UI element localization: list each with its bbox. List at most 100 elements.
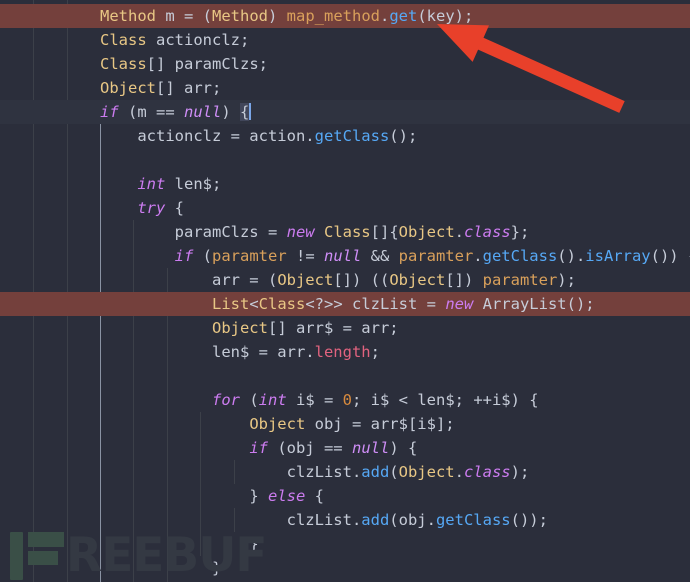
code-token: paramClzs =	[174, 223, 287, 241]
code-token: }	[211, 559, 222, 577]
code-token: else	[267, 487, 306, 505]
code-token: Object	[277, 271, 334, 289]
code-line[interactable]: }	[0, 556, 690, 580]
code-token: &&	[361, 247, 399, 265]
code-token: Method	[100, 7, 156, 25]
code-token: length	[314, 343, 371, 361]
code-token: .	[454, 463, 464, 481]
code-token: {	[305, 487, 324, 505]
code-token: try	[137, 199, 166, 217]
code-token: ) {	[389, 439, 418, 457]
code-token: );	[510, 463, 530, 481]
code-token: [] paramClzs;	[146, 55, 268, 73]
code-token: int	[258, 391, 287, 409]
code-editor[interactable]: Method m = (Method) map_method.get(key);…	[0, 0, 690, 582]
code-token: Object	[100, 79, 156, 97]
code-token: getClass	[435, 511, 511, 529]
code-token: ;	[370, 343, 380, 361]
code-line[interactable]: paramClzs = new Class[]{Object.class};	[0, 220, 690, 244]
code-line[interactable]: actionclz = action.getClass();	[0, 124, 690, 148]
code-token: ()) {	[650, 247, 690, 265]
code-token: paramter	[212, 247, 287, 265]
code-token: null	[323, 247, 362, 265]
code-token: for	[211, 391, 240, 409]
code-token: if	[249, 439, 268, 457]
code-line[interactable]	[0, 364, 690, 388]
code-line[interactable]: }	[0, 532, 690, 556]
code-token: {	[240, 103, 250, 121]
code-token: class	[463, 463, 511, 481]
code-line[interactable]: } else {	[0, 484, 690, 508]
code-token: paramter	[398, 247, 474, 265]
code-line[interactable]: len$ = arr.length;	[0, 340, 690, 364]
code-line[interactable]: Object obj = arr$[i$];	[0, 412, 690, 436]
code-line[interactable]: Object[] arr$ = arr;	[0, 316, 690, 340]
code-token: .	[380, 7, 390, 25]
code-token: ().	[557, 247, 586, 265]
code-line[interactable]	[0, 148, 690, 172]
code-token: Object	[249, 415, 306, 433]
code-token: add	[361, 463, 390, 481]
code-token: m = (	[156, 7, 212, 25]
code-token: (	[389, 463, 399, 481]
code-line[interactable]: arr = (Object[]) ((Object[]) paramter);	[0, 268, 690, 292]
code-token: new	[445, 295, 474, 313]
code-line[interactable]: Object[] arr;	[0, 76, 690, 100]
code-token: add	[361, 511, 390, 529]
code-token: .	[473, 247, 483, 265]
code-token: Object	[389, 271, 446, 289]
code-token: [] arr;	[156, 79, 222, 97]
code-token: actionclz = action.	[137, 127, 315, 145]
code-line[interactable]: try {	[0, 196, 690, 220]
code-token: if	[174, 247, 194, 265]
code-token: )	[221, 103, 240, 121]
code-line-highlighted[interactable]: List<Class<?>> clzList = new ArrayList()…	[0, 292, 690, 316]
code-token: [] arr$ = arr;	[267, 319, 399, 337]
code-line[interactable]: Class[] paramClzs;	[0, 52, 690, 76]
code-line[interactable]: for (int i$ = 0; i$ < len$; ++i$) {	[0, 388, 690, 412]
code-token: class	[464, 223, 511, 241]
code-token: (obj.	[389, 511, 436, 529]
code-token: Method	[212, 7, 268, 25]
code-token: }	[249, 487, 268, 505]
code-line[interactable]: clzList.add(Object.class);	[0, 460, 690, 484]
code-token: ();	[389, 127, 418, 145]
code-line-highlighted[interactable]: Method m = (Method) map_method.get(key);	[0, 4, 690, 28]
code-token: isArray	[585, 247, 651, 265]
code-line[interactable]: int len$;	[0, 172, 690, 196]
code-token: null	[351, 439, 390, 457]
code-token: ; i$ < len$; ++i$) {	[352, 391, 539, 409]
code-token: getClass	[482, 247, 558, 265]
code-token: (key);	[417, 7, 474, 25]
code-token: ArrayList();	[473, 295, 595, 313]
code-lines: Method m = (Method) map_method.get(key);…	[0, 4, 690, 580]
code-token: int	[137, 175, 166, 193]
code-token: ());	[510, 511, 548, 529]
code-line[interactable]: if (obj == null) {	[0, 436, 690, 460]
code-line[interactable]: if (paramter != null && paramter.getClas…	[0, 244, 690, 268]
code-line[interactable]: Class actionclz;	[0, 28, 690, 52]
code-token: arr = (	[211, 271, 278, 289]
code-token: <	[249, 295, 259, 313]
code-token: paramter	[482, 271, 558, 289]
code-token: len$ = arr.	[211, 343, 315, 361]
code-line[interactable]: if (m == null) {	[0, 100, 690, 124]
code-line[interactable]: clzList.add(obj.getClass());	[0, 508, 690, 532]
code-token: Class	[100, 55, 147, 73]
code-token: );	[557, 271, 576, 289]
